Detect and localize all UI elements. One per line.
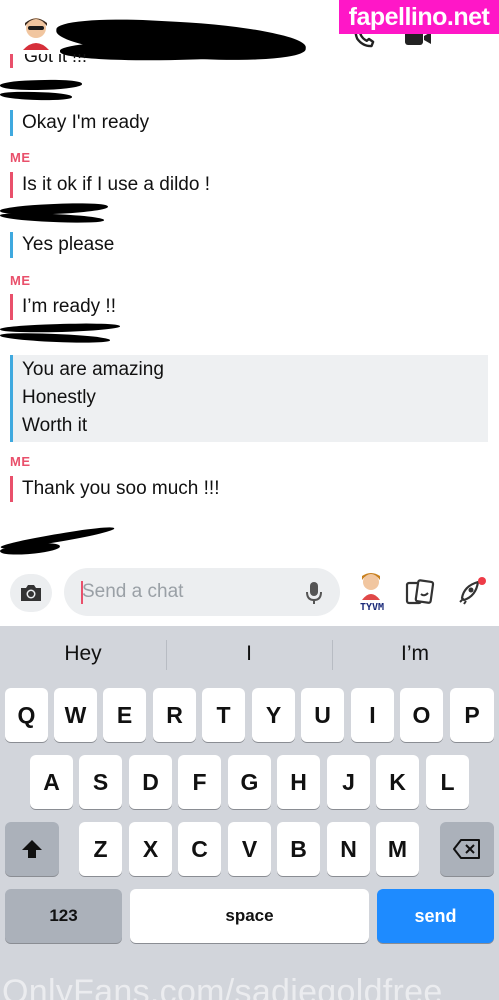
backspace-icon [453, 839, 480, 859]
key-k[interactable]: K [376, 755, 419, 809]
message-text: Honestly [22, 387, 96, 408]
sticker-icon[interactable] [404, 578, 436, 608]
space-key[interactable]: space [130, 889, 369, 943]
redacted-sender [0, 212, 105, 224]
message-bar [10, 232, 13, 258]
redacted-sender [0, 332, 111, 344]
watermark-bottom: OnlyFans.com/sadiegoldfree [2, 973, 443, 1000]
avatar[interactable] [20, 14, 52, 50]
sender-label: ME [10, 273, 31, 288]
send-key[interactable]: send [377, 889, 494, 943]
message-text[interactable]: Okay I'm ready [22, 112, 149, 134]
redacted-sender [0, 91, 73, 101]
message-text: You are amazing [22, 359, 164, 380]
message-text[interactable]: Is it ok if I use a dildo ! [22, 174, 210, 196]
suggestion-item[interactable]: I’m [332, 642, 498, 666]
key-d[interactable]: D [129, 755, 172, 809]
key-x[interactable]: X [129, 822, 172, 876]
key-f[interactable]: F [178, 755, 221, 809]
message-text[interactable]: Thank you soo much !!! [22, 478, 220, 500]
message-bar [10, 294, 13, 320]
key-h[interactable]: H [277, 755, 320, 809]
key-t[interactable]: T [202, 688, 245, 742]
message-text: Got it !!! [24, 54, 88, 66]
message-text[interactable]: I’m ready !! [22, 296, 116, 318]
bitmoji-caption: TYVM [359, 602, 385, 613]
key-n[interactable]: N [327, 822, 370, 876]
saved-message-group[interactable]: You are amazing Honestly Worth it [10, 355, 488, 442]
sender-label: ME [10, 150, 31, 165]
backspace-key[interactable] [440, 822, 494, 876]
key-o[interactable]: O [400, 688, 443, 742]
message-text: Worth it [22, 415, 88, 436]
key-v[interactable]: V [228, 822, 271, 876]
key-b[interactable]: B [277, 822, 320, 876]
key-w[interactable]: W [54, 688, 97, 742]
suggestion-item[interactable]: I [166, 642, 332, 666]
key-g[interactable]: G [228, 755, 271, 809]
sender-label: ME [10, 454, 31, 469]
key-s[interactable]: S [79, 755, 122, 809]
message-bar [10, 476, 13, 502]
notification-dot [478, 577, 486, 585]
redacted-sender [0, 78, 83, 92]
key-c[interactable]: C [178, 822, 221, 876]
key-l[interactable]: L [426, 755, 469, 809]
shift-key[interactable] [5, 822, 59, 876]
chat-input[interactable]: Send a chat [64, 568, 340, 616]
shift-icon [22, 840, 42, 858]
cutoff-message: Got it !!! [10, 54, 150, 68]
key-z[interactable]: Z [79, 822, 122, 876]
microphone-icon[interactable] [304, 580, 324, 606]
key-e[interactable]: E [103, 688, 146, 742]
camera-icon [21, 585, 41, 601]
chat-input-placeholder: Send a chat [82, 581, 184, 602]
key-m[interactable]: M [376, 822, 419, 876]
suggestion-item[interactable]: Hey [0, 642, 166, 666]
message-text[interactable]: Yes please [22, 234, 114, 256]
keyboard [0, 626, 499, 1000]
key-y[interactable]: Y [252, 688, 295, 742]
numbers-key[interactable]: 123 [5, 889, 122, 943]
key-j[interactable]: J [327, 755, 370, 809]
key-a[interactable]: A [30, 755, 73, 809]
camera-button[interactable] [10, 574, 52, 612]
key-p[interactable]: P [450, 688, 494, 742]
message-bar [10, 110, 13, 136]
watermark-top: fapellino.net [339, 0, 499, 34]
key-q[interactable]: Q [5, 688, 48, 742]
key-r[interactable]: R [153, 688, 196, 742]
message-bar [10, 172, 13, 198]
message-list[interactable]: Got it !!! Okay I'm ready ME Is it ok if… [0, 54, 499, 560]
key-i[interactable]: I [351, 688, 394, 742]
key-u[interactable]: U [301, 688, 344, 742]
